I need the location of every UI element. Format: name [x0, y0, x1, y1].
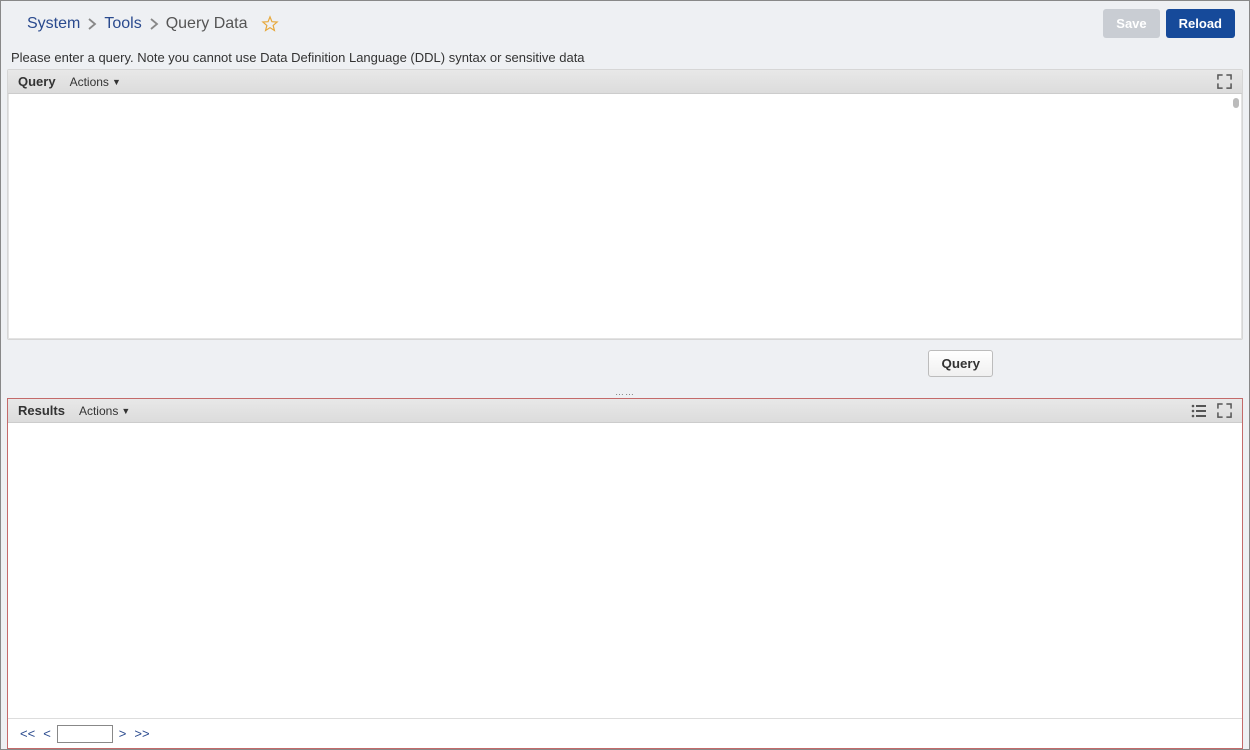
expand-icon[interactable] [1217, 74, 1232, 89]
favorite-star-icon[interactable] [261, 15, 279, 33]
run-query-button[interactable]: Query [928, 350, 993, 377]
list-view-icon[interactable] [1191, 404, 1207, 418]
caret-down-icon: ▼ [112, 77, 121, 87]
instruction-text: Please enter a query. Note you cannot us… [1, 46, 1249, 69]
top-buttons: Save Reload [1103, 9, 1235, 38]
pager-page-input[interactable] [57, 725, 113, 743]
breadcrumb: System Tools Query Data [27, 15, 279, 33]
pager-next-button[interactable]: > [117, 726, 129, 741]
reload-button[interactable]: Reload [1166, 9, 1235, 38]
query-panel-header: Query Actions ▼ [8, 70, 1242, 94]
chevron-right-icon [87, 18, 97, 30]
panel-splitter[interactable]: …… [1, 387, 1249, 398]
expand-icon[interactable] [1217, 403, 1232, 418]
pager-first-button[interactable]: << [18, 726, 37, 741]
results-panel: Results Actions ▼ << < > >> [7, 398, 1243, 749]
caret-down-icon: ▼ [121, 406, 130, 416]
breadcrumb-current: Query Data [166, 15, 248, 33]
query-panel-title: Query [18, 74, 56, 89]
results-actions-menu[interactable]: Actions ▼ [79, 404, 130, 418]
pager-last-button[interactable]: >> [132, 726, 151, 741]
pager: << < > >> [8, 718, 1242, 748]
breadcrumb-system[interactable]: System [27, 15, 80, 33]
results-body [8, 423, 1242, 718]
results-panel-header: Results Actions ▼ [8, 399, 1242, 423]
save-button[interactable]: Save [1103, 9, 1159, 38]
results-panel-title: Results [18, 403, 65, 418]
breadcrumb-tools[interactable]: Tools [104, 15, 141, 33]
chevron-right-icon [149, 18, 159, 30]
query-textarea[interactable] [9, 94, 1241, 309]
query-panel: Query Actions ▼ [7, 69, 1243, 340]
pager-prev-button[interactable]: < [41, 726, 53, 741]
query-actions-menu[interactable]: Actions ▼ [70, 75, 121, 89]
actions-label: Actions [70, 75, 109, 89]
topbar: System Tools Query Data Save Reload [1, 1, 1249, 46]
actions-label: Actions [79, 404, 118, 418]
query-actions-row: Query [7, 340, 1243, 387]
query-textarea-wrap [8, 94, 1242, 339]
